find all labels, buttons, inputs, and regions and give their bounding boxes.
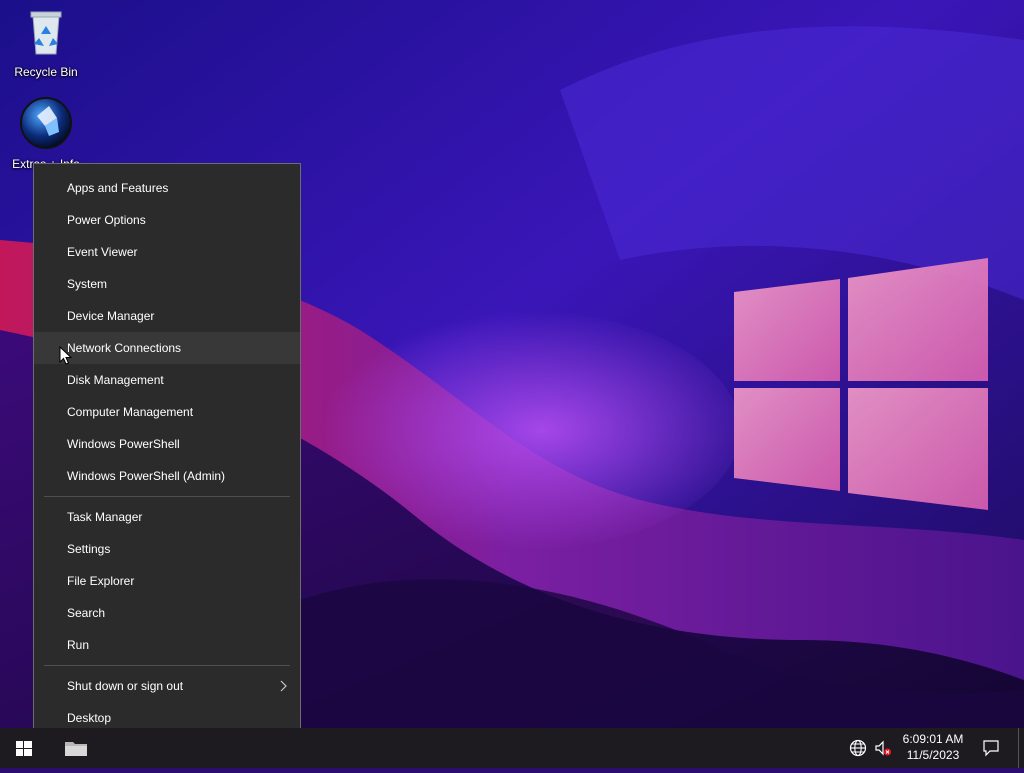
recycle-bin-icon xyxy=(30,11,62,55)
menu-item-label: Shut down or sign out xyxy=(67,679,184,693)
menu-item-power-options[interactable]: Power Options xyxy=(34,204,300,236)
desktop-icon-label: Recycle Bin xyxy=(14,65,78,79)
menu-item-windows-powershell[interactable]: Windows PowerShell xyxy=(34,428,300,460)
system-clock[interactable]: 6:09:01 AM 11/5/2023 xyxy=(896,731,970,763)
chevron-right-icon xyxy=(280,680,287,692)
file-explorer-icon xyxy=(65,742,87,756)
action-center-icon[interactable] xyxy=(982,739,1000,757)
menu-item-windows-powershell-admin[interactable]: Windows PowerShell (Admin) xyxy=(34,460,300,492)
taskbar-file-explorer-button[interactable] xyxy=(52,728,100,768)
mouse-cursor-icon xyxy=(59,346,73,365)
power-user-context-menu: Apps and Features Power Options Event Vi… xyxy=(33,163,301,742)
desktop-icon-recycle-bin[interactable]: Recycle Bin xyxy=(8,8,84,79)
menu-item-network-connections[interactable]: Network Connections xyxy=(34,332,300,364)
menu-item-system[interactable]: System xyxy=(34,268,300,300)
menu-item-settings[interactable]: Settings xyxy=(34,533,300,565)
clock-date: 11/5/2023 xyxy=(906,748,960,762)
taskbar: 6:09:01 AM 11/5/2023 xyxy=(0,728,1024,768)
menu-item-file-explorer[interactable]: File Explorer xyxy=(34,565,300,597)
menu-item-task-manager[interactable]: Task Manager xyxy=(34,501,300,533)
show-desktop-button[interactable] xyxy=(1018,728,1019,768)
globe-network-icon[interactable] xyxy=(849,739,867,757)
menu-item-device-manager[interactable]: Device Manager xyxy=(34,300,300,332)
clock-time: 6:09:01 AM xyxy=(902,732,964,746)
windows-logo-icon xyxy=(16,741,32,756)
menu-item-apps-and-features[interactable]: Apps and Features xyxy=(34,172,300,204)
menu-separator xyxy=(44,496,290,497)
menu-item-run[interactable]: Run xyxy=(34,629,300,661)
menu-item-computer-management[interactable]: Computer Management xyxy=(34,396,300,428)
volume-muted-icon[interactable] xyxy=(874,739,892,757)
menu-item-search[interactable]: Search xyxy=(34,597,300,629)
menu-item-disk-management[interactable]: Disk Management xyxy=(34,364,300,396)
start-button[interactable] xyxy=(0,728,48,768)
menu-separator xyxy=(44,665,290,666)
desktop-icon-extras-info[interactable]: Extras + Info xyxy=(8,96,84,171)
extras-info-icon xyxy=(20,97,72,149)
menu-item-event-viewer[interactable]: Event Viewer xyxy=(34,236,300,268)
menu-item-shut-down-or-sign-out[interactable]: Shut down or sign out xyxy=(34,670,300,702)
